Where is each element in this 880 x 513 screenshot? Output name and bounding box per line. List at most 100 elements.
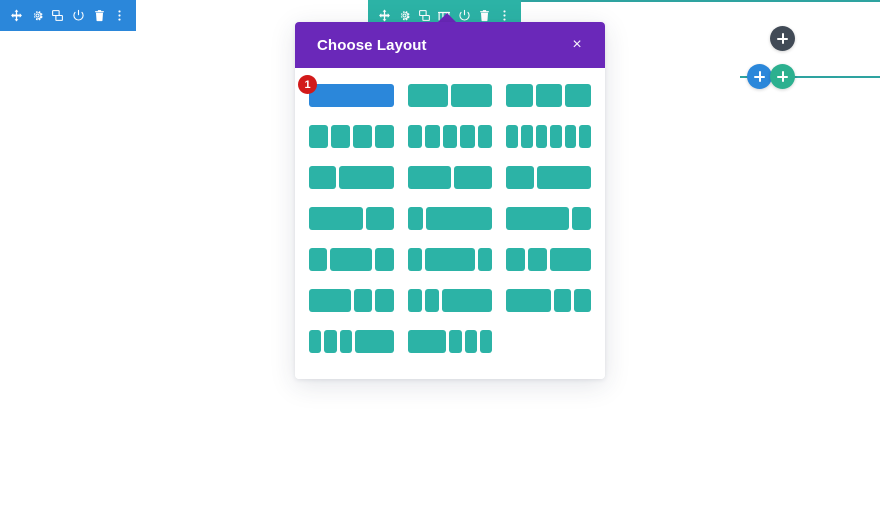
layout-column [442, 125, 458, 148]
layout-column [309, 248, 328, 271]
add-module-button[interactable] [770, 64, 795, 89]
layout-column [309, 125, 328, 148]
layout-column [506, 207, 570, 230]
layout-column [309, 84, 394, 107]
layout-column [553, 289, 571, 312]
layout-column [309, 330, 322, 353]
layout-column [441, 289, 493, 312]
plus-icon [777, 33, 788, 44]
modal-title: Choose Layout [317, 36, 427, 54]
layout-twothirds-third[interactable] [309, 207, 394, 230]
layout-column [324, 330, 337, 353]
layout-column [407, 207, 424, 230]
layout-half-quarter-quarter[interactable] [309, 289, 394, 312]
layout-4-4-4[interactable]: 1 [298, 75, 394, 107]
layout-third-twothirds-b[interactable] [506, 166, 591, 189]
layout-column [572, 207, 591, 230]
modal-header: Choose Layout × [295, 22, 605, 68]
layout-column [374, 125, 394, 148]
layout-column [479, 330, 493, 353]
layout-column [506, 248, 526, 271]
more-options-icon[interactable] [109, 0, 130, 31]
layout-column [407, 84, 449, 107]
layout-column [366, 207, 394, 230]
layout-column [564, 84, 591, 107]
layout-column [407, 166, 452, 189]
layout-5-5-5-5-5[interactable] [407, 125, 493, 148]
layout-column [478, 248, 493, 271]
layout-column [449, 330, 462, 353]
layout-column [309, 289, 352, 312]
layout-3-3-3[interactable] [506, 84, 591, 107]
layout-grid-empty-cell [506, 330, 591, 353]
layout-column [426, 207, 493, 230]
section-top-guide-line [500, 0, 880, 2]
layout-column [354, 289, 373, 312]
order-badge: 1 [298, 75, 317, 94]
layout-half-sixth-sixth[interactable] [506, 289, 591, 312]
layout-column [537, 166, 591, 189]
layout-4-4-4-4[interactable] [309, 125, 394, 148]
layout-column [550, 125, 562, 148]
layout-quarter-quarter-half[interactable] [506, 248, 591, 271]
layout-column [375, 248, 394, 271]
layout-column [520, 125, 533, 148]
add-section-button[interactable] [770, 26, 795, 51]
layout-column [407, 289, 422, 312]
power-icon[interactable] [68, 0, 89, 31]
layout-column [464, 330, 477, 353]
plus-icon [777, 71, 788, 82]
layout-quarter-half-quarter[interactable] [309, 248, 394, 271]
layout-column [424, 289, 439, 312]
layout-column [506, 125, 518, 148]
layout-column [407, 125, 423, 148]
layout-sixth-sixth-sixth-half[interactable] [309, 330, 394, 353]
modal-body: 1 [295, 68, 605, 379]
layout-column [309, 207, 364, 230]
layout-column [407, 248, 422, 271]
move-icon[interactable] [6, 0, 27, 31]
layout-column [549, 248, 591, 271]
layout-column [579, 125, 591, 148]
close-icon[interactable]: × [567, 35, 587, 55]
layout-column [528, 248, 547, 271]
layout-2-2[interactable] [407, 84, 493, 107]
layout-column [535, 84, 562, 107]
layout-column [460, 125, 475, 148]
layout-column [352, 125, 372, 148]
layout-column [564, 125, 577, 148]
layout-column [425, 125, 440, 148]
layout-column [375, 289, 394, 312]
layout-column [339, 166, 394, 189]
layout-column [407, 330, 447, 353]
layout-column [506, 289, 551, 312]
layout-6-6-6-6-6-6[interactable] [506, 125, 591, 148]
layout-column [330, 248, 373, 271]
layout-column [309, 166, 337, 189]
layout-half-sixth-sixth-sixth[interactable] [407, 330, 493, 353]
add-row-button[interactable] [747, 64, 772, 89]
layout-sixth-rest[interactable] [407, 207, 493, 230]
layout-column [506, 84, 533, 107]
layout-column [339, 330, 353, 353]
plus-icon [754, 71, 765, 82]
layout-threequarter-quarter[interactable] [506, 207, 591, 230]
layout-column [355, 330, 394, 353]
choose-layout-modal: Choose Layout × 1 [295, 22, 605, 379]
duplicate-icon[interactable] [47, 0, 68, 31]
layout-sixth-twothirds-sixth[interactable] [407, 248, 493, 271]
layout-half-half-b[interactable] [407, 166, 493, 189]
layout-column [454, 166, 493, 189]
layout-column [535, 125, 548, 148]
layout-column [573, 289, 591, 312]
layout-column [424, 248, 476, 271]
trash-icon[interactable] [89, 0, 110, 31]
layout-options-grid: 1 [298, 75, 591, 353]
layout-third-twothirds[interactable] [309, 166, 394, 189]
layout-sixth-sixth-twothirds[interactable] [407, 289, 493, 312]
module-toolbar[interactable] [0, 0, 136, 31]
layout-column [330, 125, 350, 148]
layout-column [506, 166, 535, 189]
layout-column [477, 125, 493, 148]
gear-icon[interactable] [27, 0, 48, 31]
